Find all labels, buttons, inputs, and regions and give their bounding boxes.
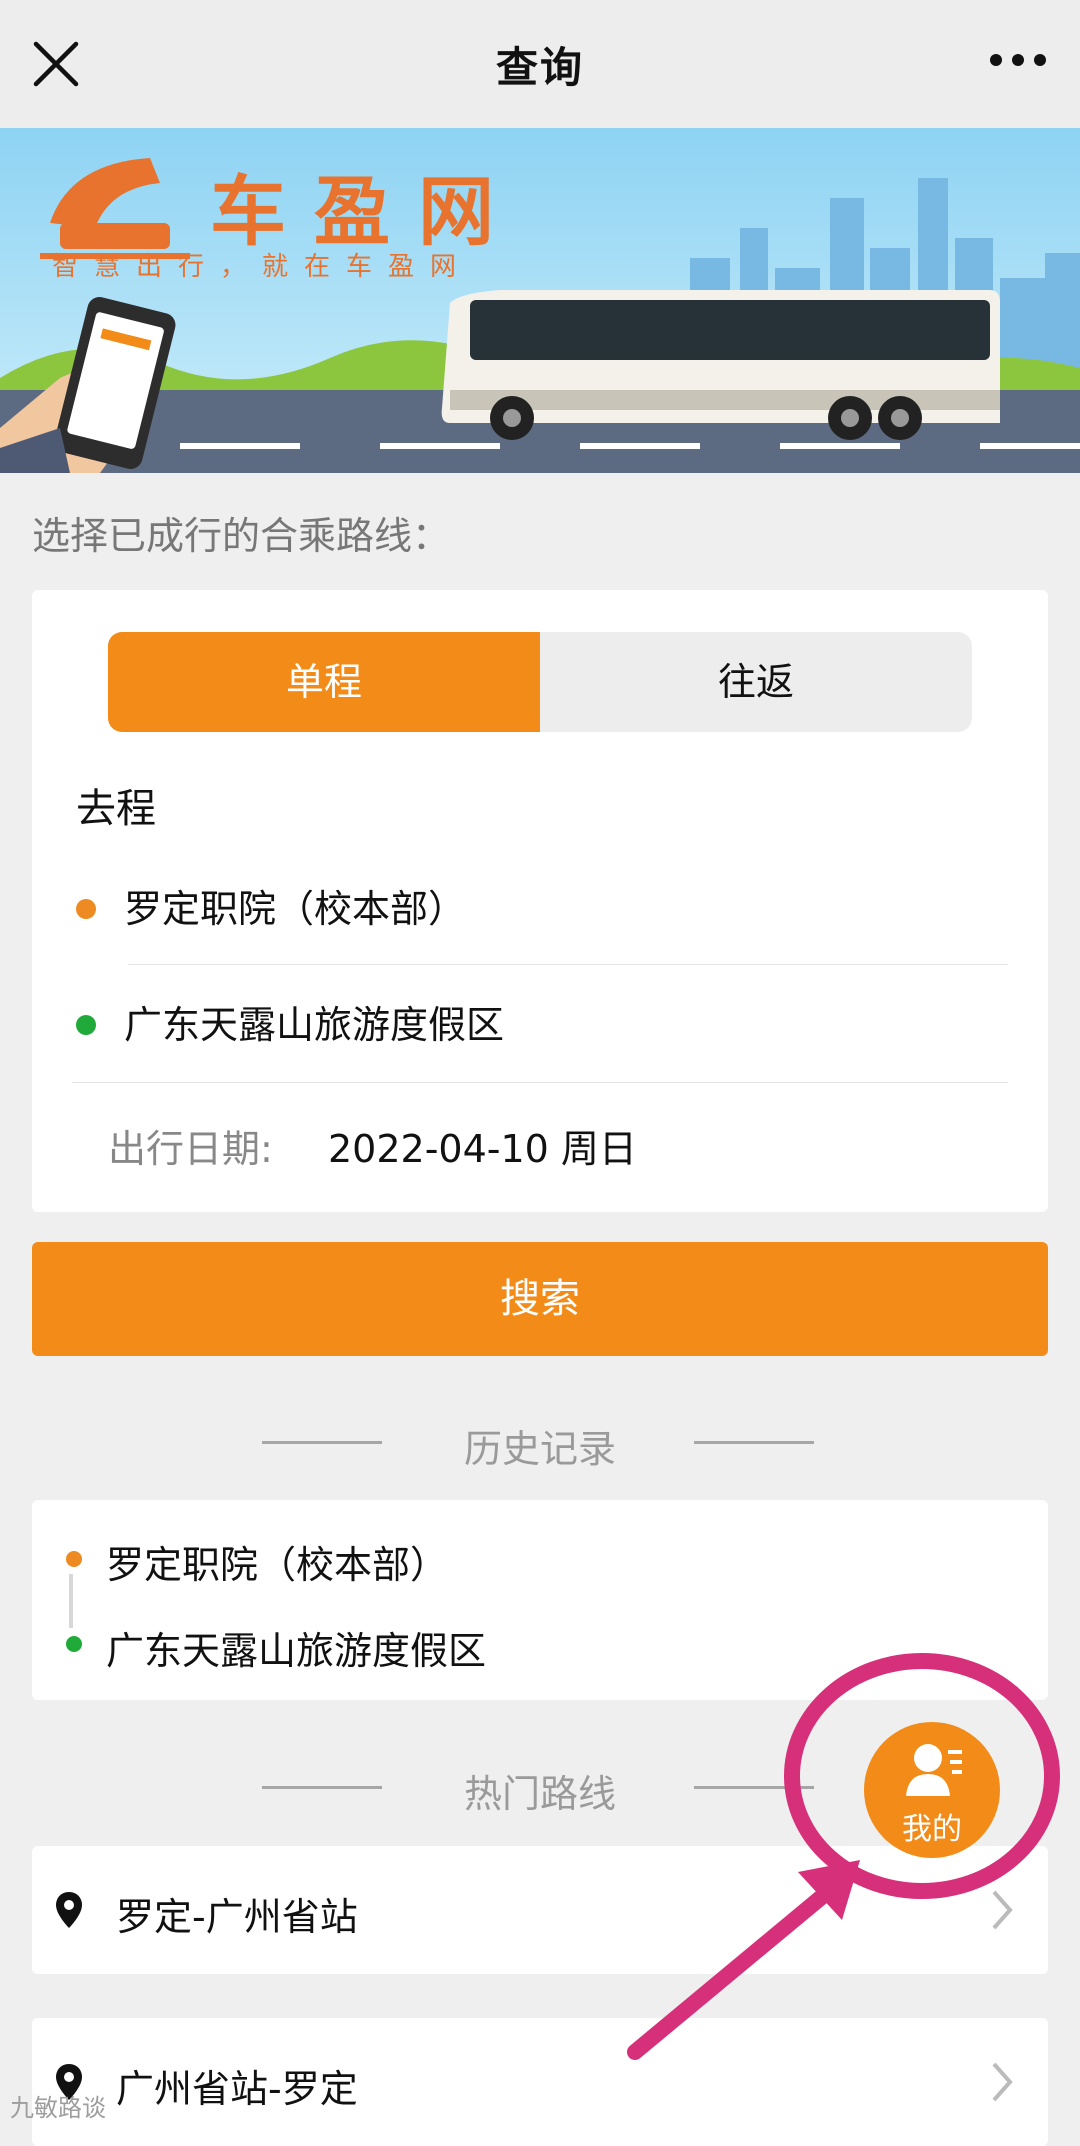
origin-field[interactable]: 罗定职院（校本部） bbox=[76, 878, 466, 933]
tab-round-trip[interactable]: 往返 bbox=[540, 632, 972, 732]
my-account-label: 我的 bbox=[902, 1812, 962, 1847]
hot-route-label: 广州省站-罗定 bbox=[116, 2067, 358, 2111]
origin-dot-icon bbox=[76, 898, 96, 919]
divider bbox=[128, 964, 1008, 965]
tab-one-way[interactable]: 单程 bbox=[108, 632, 540, 732]
watermark-text: 九敏路谈 bbox=[10, 2094, 106, 2122]
page-title: 查询 bbox=[495, 43, 584, 92]
history-title: 历史记录 bbox=[463, 1427, 616, 1471]
hot-route-label: 罗定-广州省站 bbox=[116, 1895, 358, 1939]
brand-slogan: 智慧出行，就在车盈网 bbox=[52, 252, 473, 282]
hot-route-item[interactable]: 罗定-广州省站 bbox=[32, 1846, 1048, 1974]
more-options-icon[interactable] bbox=[988, 40, 1048, 80]
brand-logo-text: 车盈网 bbox=[210, 167, 522, 256]
banner-illustration bbox=[0, 128, 1080, 473]
history-destination: 广东天露山旅游度假区 bbox=[106, 1629, 487, 1673]
origin-text: 罗定职院（校本部） bbox=[124, 887, 467, 931]
route-hint: 选择已成行的合乘路线： bbox=[32, 514, 451, 558]
hot-route-item[interactable]: 广州省站-罗定 bbox=[32, 2018, 1048, 2146]
history-item[interactable]: 罗定职院（校本部） 广东天露山旅游度假区 bbox=[32, 1500, 1048, 1700]
origin-dot-icon bbox=[66, 1551, 82, 1567]
divider-dash-right bbox=[694, 1441, 814, 1444]
history-origin: 罗定职院（校本部） bbox=[106, 1543, 449, 1587]
chevron-right-icon bbox=[992, 2062, 1013, 2102]
destination-field[interactable]: 广东天露山旅游度假区 bbox=[76, 994, 504, 1049]
divider-dash-right bbox=[694, 1786, 814, 1789]
search-button[interactable]: 搜索 bbox=[32, 1242, 1048, 1356]
destination-dot-icon bbox=[76, 1014, 96, 1035]
trip-type-toggle: 单程 往返 bbox=[108, 632, 972, 732]
top-bar: 查询 bbox=[0, 0, 1080, 128]
divider bbox=[72, 1082, 1008, 1083]
destination-text: 广东天露山旅游度假区 bbox=[124, 1003, 505, 1047]
my-account-button[interactable]: 我的 bbox=[864, 1722, 1000, 1858]
date-label: 出行日期: bbox=[108, 1127, 273, 1171]
destination-dot-icon bbox=[66, 1636, 82, 1652]
promo-banner: 车盈网 智慧出行，就在车盈网 bbox=[0, 128, 1080, 473]
route-connector bbox=[69, 1574, 73, 1628]
user-profile-icon bbox=[906, 1744, 962, 1796]
chevron-right-icon bbox=[992, 1890, 1013, 1930]
date-picker[interactable]: 2022-04-10 周日 bbox=[328, 1118, 637, 1173]
location-pin-icon bbox=[56, 1892, 82, 1928]
bus-image bbox=[441, 290, 1001, 440]
outbound-label: 去程 bbox=[76, 786, 156, 832]
query-card: 单程 往返 去程 罗定职院（校本部） 广东天露山旅游度假区 出行日期: 2022… bbox=[32, 590, 1048, 1212]
